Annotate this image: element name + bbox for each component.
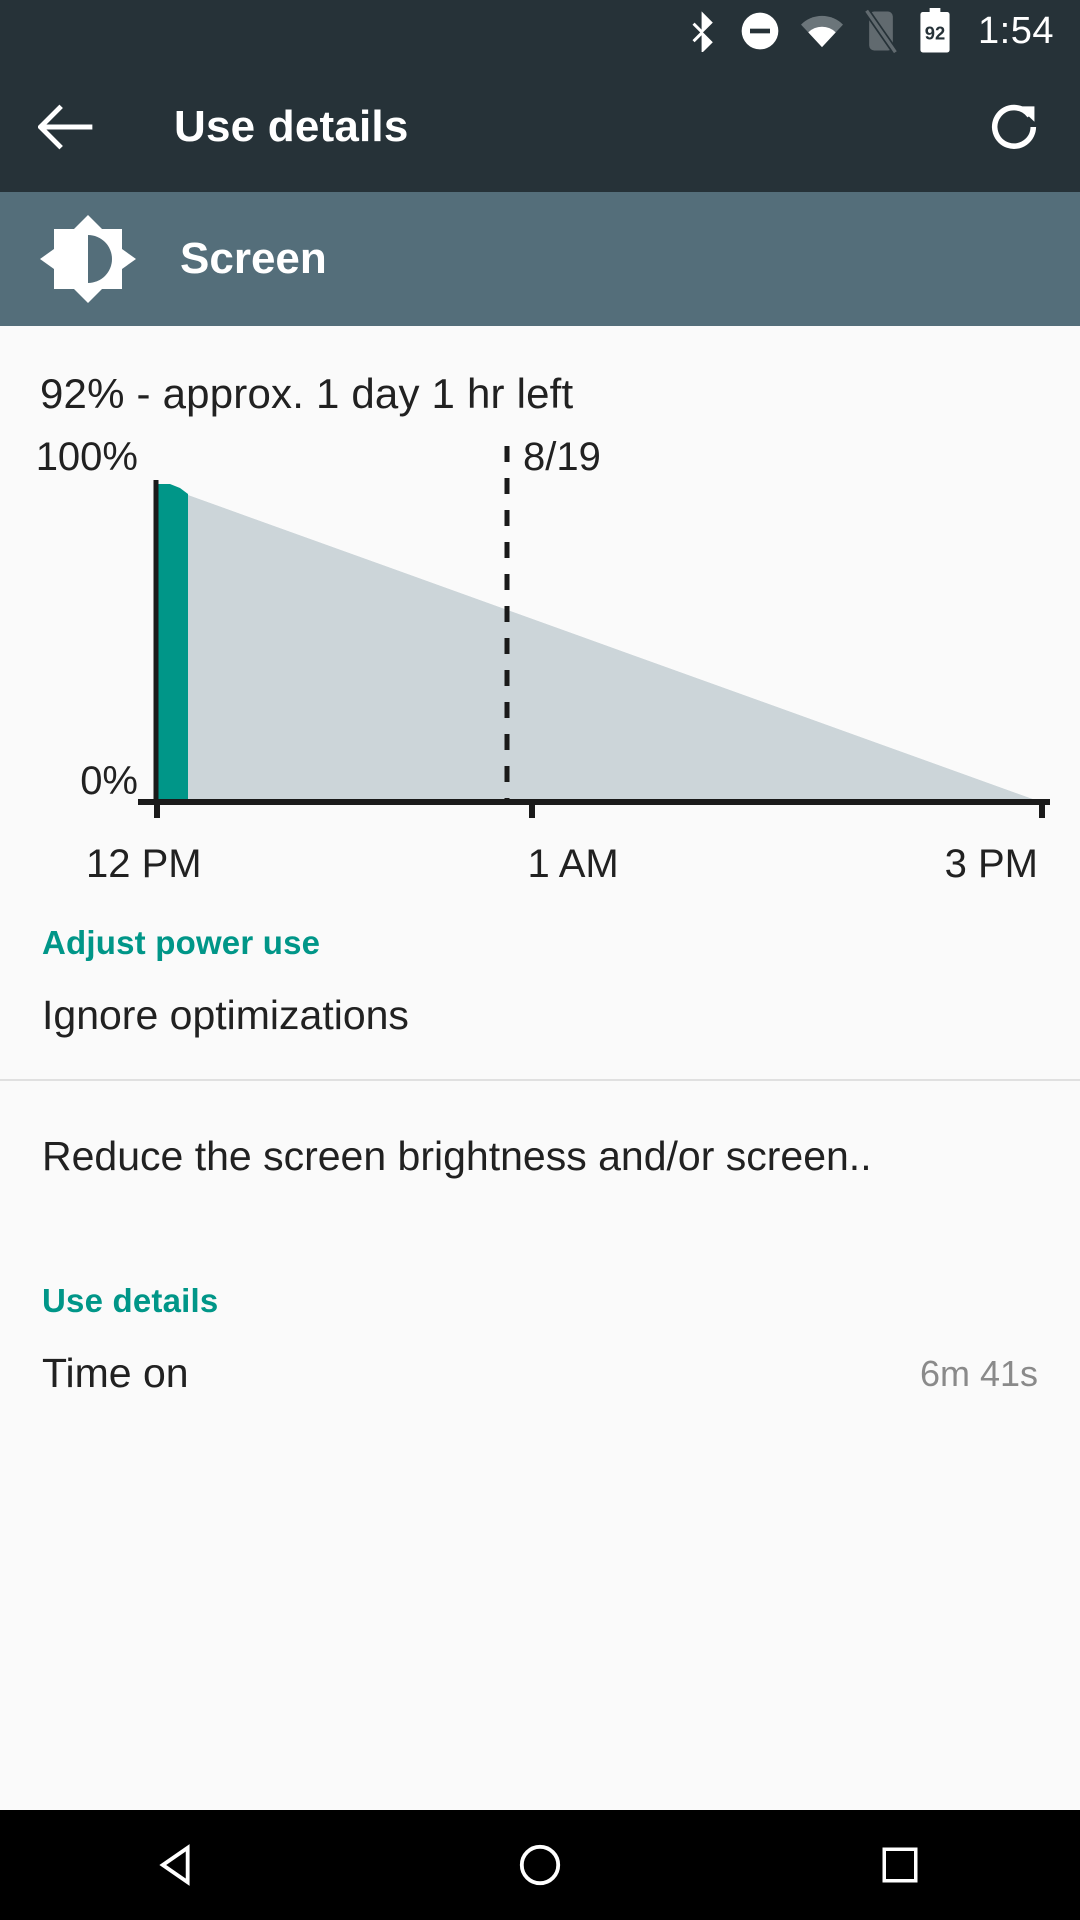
battery-level-text: 92: [925, 23, 945, 44]
refresh-icon[interactable]: [982, 95, 1046, 159]
battery-chart-svg: 100% 0% 8/19: [36, 436, 1050, 818]
battery-history-chart: 100% 0% 8/19 12 PM 1 AM 3 PM: [0, 418, 1080, 886]
chart-xtick-label-mid: 1 AM: [527, 842, 619, 886]
row-label: Ignore optimizations: [42, 992, 409, 1038]
content-area: 92% - approx. 1 day 1 hr left 100% 0% 8/…: [0, 326, 1080, 1471]
nav-home-icon[interactable]: [480, 1810, 600, 1920]
row-label: Time on: [42, 1350, 189, 1396]
vibrate-off-icon: [864, 9, 899, 53]
row-reduce-brightness[interactable]: Reduce the screen brightness and/or scre…: [0, 1081, 1080, 1236]
do-not-disturb-icon: [740, 11, 780, 51]
wifi-icon: [800, 13, 844, 49]
bluetooth-icon: [686, 10, 720, 52]
app-bar: Use details: [0, 62, 1080, 192]
row-time-on[interactable]: Time on 6m 41s: [0, 1320, 1080, 1431]
brightness-icon: [40, 211, 136, 307]
chart-date-label: 8/19: [523, 436, 601, 479]
row-description: Reduce the screen brightness and/or scre…: [42, 1133, 872, 1179]
section-title-adjust-power-use: Adjust power use: [42, 924, 321, 961]
status-bar: 92 1:54: [0, 0, 1080, 62]
battery-icon: 92: [918, 8, 952, 54]
chart-projection-region: [185, 494, 1038, 801]
chart-xtick-label-start: 12 PM: [86, 842, 202, 886]
nav-back-icon[interactable]: [120, 1810, 240, 1920]
nav-recents-icon[interactable]: [840, 1810, 960, 1920]
battery-status-text: 92% - approx. 1 day 1 hr left: [40, 370, 574, 417]
chart-ymax-label: 100%: [36, 436, 138, 479]
chart-used-area: [156, 484, 188, 801]
section-title-use-details: Use details: [42, 1282, 219, 1319]
status-bar-clock: 1:54: [978, 10, 1054, 52]
bottom-spacer: [0, 1431, 1080, 1471]
app-name: Screen: [180, 234, 327, 283]
row-ignore-optimizations[interactable]: Ignore optimizations: [0, 962, 1080, 1073]
page-title: Use details: [174, 102, 409, 151]
navigation-bar: [0, 1810, 1080, 1920]
chart-xtick-label-end: 3 PM: [944, 842, 1038, 886]
chart-ymin-label: 0%: [80, 759, 138, 803]
row-value: 6m 41s: [919, 1352, 1038, 1394]
app-summary-header: Screen: [0, 192, 1080, 326]
chart-x-axis-labels: 12 PM 1 AM 3 PM: [20, 836, 1060, 887]
back-arrow-icon[interactable]: [34, 95, 98, 159]
